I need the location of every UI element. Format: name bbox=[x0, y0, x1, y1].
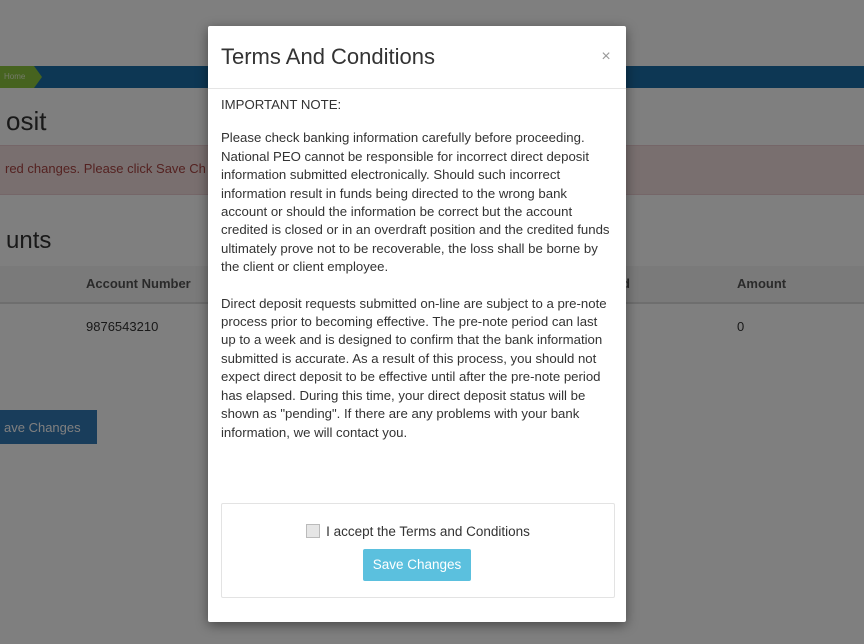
close-icon[interactable]: × bbox=[596, 47, 616, 67]
important-note-heading: IMPORTANT NOTE: bbox=[221, 97, 342, 112]
accept-row: I accept the Terms and Conditions bbox=[222, 524, 614, 539]
accept-label[interactable]: I accept the Terms and Conditions bbox=[326, 524, 530, 539]
terms-paragraph-2: Direct deposit requests submitted on-lin… bbox=[221, 295, 607, 440]
terms-modal: Terms And Conditions × IMPORTANT NOTE: P… bbox=[208, 26, 626, 622]
modal-title: Terms And Conditions bbox=[221, 44, 435, 69]
save-changes-button[interactable]: Save Changes bbox=[363, 549, 471, 581]
modal-header: Terms And Conditions × bbox=[208, 26, 626, 89]
modal-body: IMPORTANT NOTE: Please check banking inf… bbox=[221, 96, 614, 460]
accept-panel: I accept the Terms and Conditions Save C… bbox=[221, 503, 615, 598]
terms-paragraph-1: Please check banking information careful… bbox=[221, 130, 610, 275]
accept-checkbox[interactable] bbox=[306, 524, 321, 538]
